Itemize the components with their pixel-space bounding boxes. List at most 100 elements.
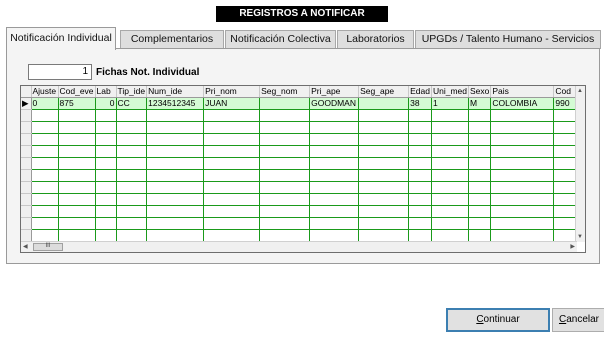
scroll-right-icon[interactable]: ▶ [570,243,575,250]
empty-cell[interactable] [146,121,205,134]
tab-complementarios[interactable]: Complementarios [120,30,224,49]
empty-cell[interactable] [408,205,432,218]
empty-cell[interactable] [408,109,432,122]
empty-cell[interactable] [490,157,555,170]
empty-cell[interactable] [490,205,555,218]
empty-cell[interactable] [116,157,148,170]
empty-cell[interactable] [116,145,148,158]
empty-cell[interactable] [468,205,492,218]
empty-cell[interactable] [116,133,148,146]
empty-cell[interactable] [431,109,470,122]
empty-cell[interactable] [146,181,205,194]
empty-cell[interactable] [358,121,410,134]
column-header[interactable]: Lab [95,86,117,98]
empty-cell[interactable] [259,145,311,158]
empty-cell[interactable] [431,217,470,230]
empty-cell[interactable] [259,121,311,134]
empty-cell[interactable] [431,229,470,242]
empty-cell[interactable] [58,169,96,182]
empty-row[interactable] [21,229,585,242]
empty-cell[interactable] [309,193,360,206]
empty-cell[interactable] [203,193,261,206]
empty-cell[interactable] [259,205,311,218]
empty-cell[interactable] [468,157,492,170]
records-grid[interactable]: Ajuste Cod_eve Lab Tip_ide Num_ide Pri_n… [20,85,586,253]
empty-cell[interactable] [259,109,311,122]
empty-cell[interactable] [58,205,96,218]
empty-cell[interactable] [95,133,117,146]
cancelar-button[interactable]: Cancelar [552,308,604,332]
empty-cell[interactable] [490,181,555,194]
empty-cell[interactable] [358,181,410,194]
empty-cell[interactable] [358,145,410,158]
empty-cell[interactable] [58,133,96,146]
empty-cell[interactable] [490,109,555,122]
cell-seg-ape[interactable] [358,97,410,110]
empty-cell[interactable] [358,157,410,170]
empty-cell[interactable] [358,169,410,182]
empty-row[interactable] [21,157,585,170]
empty-cell[interactable] [203,157,261,170]
empty-cell[interactable] [95,205,117,218]
scroll-up-icon[interactable]: ▲ [577,88,583,94]
empty-cell[interactable] [203,169,261,182]
empty-cell[interactable] [408,229,432,242]
empty-cell[interactable] [95,229,117,242]
cell-pri-ape[interactable]: GOODMAN [309,97,360,110]
empty-row[interactable] [21,145,585,158]
empty-cell[interactable] [116,181,148,194]
empty-cell[interactable] [309,133,360,146]
empty-cell[interactable] [58,121,96,134]
column-header[interactable]: Ajuste [31,86,59,98]
table-row[interactable]: ▶ 0 875 0 CC 1234512345 JUAN GOODMAN 38 … [21,97,585,110]
empty-cell[interactable] [468,229,492,242]
column-header[interactable]: Tip_ide [116,86,148,98]
empty-cell[interactable] [116,229,148,242]
vertical-scrollbar[interactable]: ▲ ▼ [575,86,585,242]
empty-cell[interactable] [203,217,261,230]
empty-cell[interactable] [309,229,360,242]
empty-row[interactable] [21,133,585,146]
empty-cell[interactable] [31,133,59,146]
empty-cell[interactable] [146,229,205,242]
empty-cell[interactable] [358,205,410,218]
empty-cell[interactable] [490,121,555,134]
empty-cell[interactable] [408,145,432,158]
column-header[interactable]: Seg_ape [358,86,410,98]
empty-cell[interactable] [95,157,117,170]
empty-cell[interactable] [116,169,148,182]
empty-row[interactable] [21,193,585,206]
empty-row[interactable] [21,169,585,182]
empty-cell[interactable] [309,181,360,194]
empty-cell[interactable] [203,181,261,194]
empty-cell[interactable] [203,205,261,218]
empty-cell[interactable] [468,109,492,122]
record-count-field[interactable]: 1 [28,64,92,80]
empty-cell[interactable] [468,121,492,134]
empty-cell[interactable] [95,145,117,158]
empty-cell[interactable] [309,217,360,230]
empty-cell[interactable] [146,169,205,182]
empty-cell[interactable] [490,229,555,242]
cell-sexo[interactable]: M [468,97,492,110]
empty-row[interactable] [21,121,585,134]
empty-cell[interactable] [468,133,492,146]
empty-cell[interactable] [146,157,205,170]
empty-cell[interactable] [203,229,261,242]
empty-cell[interactable] [259,169,311,182]
column-header[interactable]: Uni_med [431,86,470,98]
empty-cell[interactable] [203,109,261,122]
empty-cell[interactable] [259,193,311,206]
empty-cell[interactable] [309,157,360,170]
empty-cell[interactable] [431,133,470,146]
empty-cell[interactable] [203,133,261,146]
empty-cell[interactable] [116,193,148,206]
column-header[interactable]: Pais [490,86,555,98]
empty-cell[interactable] [31,157,59,170]
scroll-down-icon[interactable]: ▼ [577,234,583,240]
empty-row[interactable] [21,181,585,194]
empty-cell[interactable] [309,109,360,122]
cell-seg-nom[interactable] [259,97,311,110]
cell-edad[interactable]: 38 [408,97,432,110]
empty-cell[interactable] [358,109,410,122]
